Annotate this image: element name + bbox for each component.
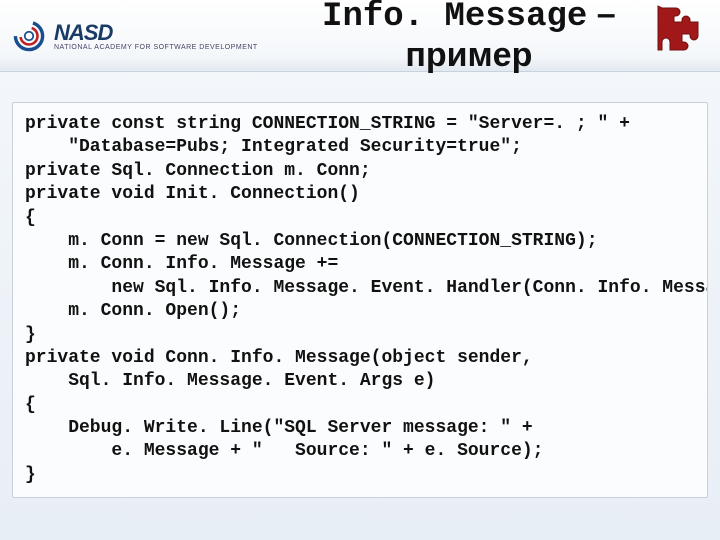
logo-text: NASD NATIONAL ACADEMY FOR SOFTWARE DEVEL… [54, 20, 258, 51]
slide-title: Info. Message – пример [322, 0, 616, 77]
title-wrap: Info. Message – пример [258, 0, 720, 77]
title-dash: – [587, 0, 615, 33]
code-block: private const string CONNECTION_STRING =… [12, 102, 708, 498]
puzzle-icon [654, 4, 702, 52]
logo: NASD NATIONAL ACADEMY FOR SOFTWARE DEVEL… [12, 19, 258, 53]
logo-name: NASD [54, 20, 258, 46]
slide-header: NASD NATIONAL ACADEMY FOR SOFTWARE DEVEL… [0, 0, 720, 72]
title-ru: пример [405, 36, 532, 74]
logo-subtitle: NATIONAL ACADEMY FOR SOFTWARE DEVELOPMEN… [54, 44, 258, 51]
logo-swirl-icon [12, 19, 46, 53]
title-code: Info. Message [322, 0, 587, 36]
